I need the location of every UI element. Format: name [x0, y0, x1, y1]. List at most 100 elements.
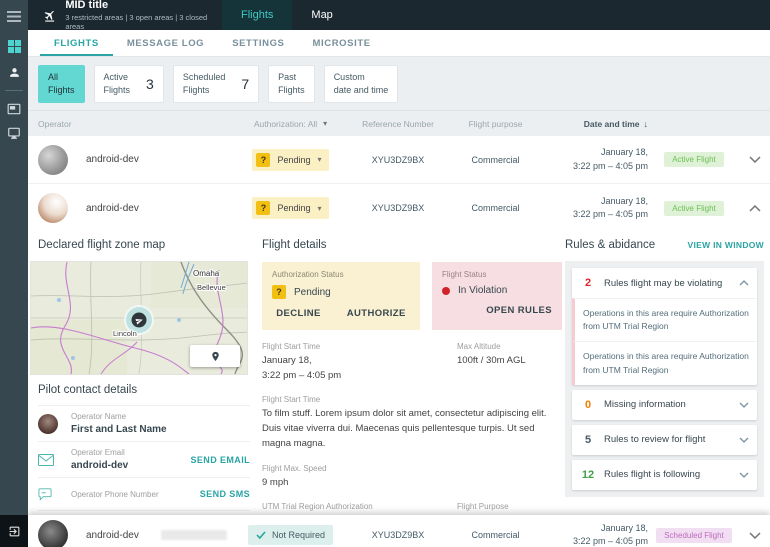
collapse-row-button[interactable]: [740, 204, 770, 212]
operator-email-label: Operator Email: [71, 448, 125, 457]
missing-count: 0: [584, 398, 592, 411]
violating-count: 2: [584, 277, 592, 289]
sort-desc-icon: ↓: [643, 118, 649, 129]
flight-time: 3:22 pm – 4:05 pm: [572, 209, 648, 219]
authorization-value: Pending: [277, 154, 311, 165]
location-pin-icon: [211, 351, 219, 361]
authorization-status-card: Authorization Status ? Pending DECLINE A…: [262, 262, 420, 330]
authorization-chip[interactable]: ? Pending ▾: [252, 148, 329, 171]
send-sms-button[interactable]: SEND SMS: [200, 489, 250, 499]
rules-group-label: Rules flight is following: [604, 469, 701, 481]
rules-group-header[interactable]: 5 Rules to review for flight: [572, 425, 757, 455]
status-badge: Active Flight: [664, 200, 724, 216]
chip-subtitle: Flights: [278, 84, 305, 95]
operator-email-value: android-dev: [71, 460, 129, 471]
review-count: 5: [584, 433, 592, 446]
code-monitor-icon: [8, 127, 20, 139]
filter-all-flights[interactable]: All Flights: [38, 64, 85, 103]
pilot-contact-section: Pilot contact details Operator Name Firs…: [38, 384, 250, 511]
pilot-phone-row: Operator Phone Number SEND SMS: [38, 477, 250, 511]
sub-navigation: FLIGHTS MESSAGE LOG SETTINGS MICROSITE: [28, 30, 770, 57]
subtab-microsite[interactable]: MICROSITE: [299, 30, 385, 56]
authorization-chip[interactable]: Not Required: [247, 525, 334, 545]
subtab-flights[interactable]: FLIGHTS: [40, 30, 113, 56]
sidebar-divider: [5, 90, 23, 91]
rules-section: Rules & abidance VIEW IN WINDOW 2 Rules …: [565, 239, 764, 497]
top-header: MID title 3 restricted areas | 3 open ar…: [28, 0, 770, 31]
subtab-settings[interactable]: SETTINGS: [218, 30, 298, 56]
send-email-button[interactable]: SEND EMAIL: [190, 455, 250, 465]
map-section-title: Declared flight zone map: [38, 239, 166, 251]
max-speed-value: 9 mph: [262, 476, 289, 488]
expand-row-button[interactable]: [740, 156, 770, 163]
datetime-label: Date and time: [583, 118, 640, 129]
reference-number: XYU3DZ9BX: [371, 203, 425, 213]
authorization-chip[interactable]: ? Pending ▾: [252, 197, 329, 219]
map-locate-button[interactable]: [190, 345, 240, 367]
flight-status-value: In Violation: [458, 285, 508, 296]
view-in-window-link[interactable]: VIEW IN WINDOW: [688, 240, 764, 250]
column-purpose: Flight purpose: [468, 118, 523, 129]
flight-time: 3:22 pm – 4:05 pm: [572, 160, 648, 171]
column-datetime-sort[interactable]: Date and time ↓: [543, 119, 648, 129]
sidebar-item-users[interactable]: [0, 60, 28, 84]
map-label-lincoln: Lincoln: [113, 329, 137, 338]
avatar: [38, 520, 68, 547]
chevron-down-icon: [739, 472, 749, 478]
question-icon: ?: [272, 285, 286, 299]
rules-group-violating: 2 Rules flight may be violating Operatio…: [572, 268, 757, 385]
chip-subtitle: Flights: [182, 84, 210, 95]
chevron-up-icon: [739, 280, 749, 286]
chip-title: Custom: [333, 71, 365, 82]
rules-group-header[interactable]: 2 Rules flight may be violating: [572, 268, 757, 298]
decline-button[interactable]: DECLINE: [276, 308, 321, 319]
chevron-down-icon: [739, 437, 749, 443]
rules-group-header[interactable]: 12 Rules flight is following: [572, 460, 757, 490]
flight-zone-map[interactable]: Omaha Bellevue Lincoln: [30, 261, 248, 375]
chip-subtitle: date and time: [333, 84, 389, 95]
rules-group-header[interactable]: 0 Missing information: [572, 390, 757, 420]
start-time-range: 3:22 pm – 4:05 pm: [262, 369, 342, 381]
flight-details-title: Flight details: [262, 239, 327, 251]
brand-block: MID title 3 restricted areas | 3 open ar…: [28, 0, 210, 31]
flight-purpose-label: Flight Purpose: [457, 502, 509, 512]
status-badge: Active Flight: [664, 152, 724, 167]
rules-panel: 2 Rules flight may be violating Operatio…: [565, 261, 764, 497]
expand-row-button[interactable]: [740, 531, 770, 539]
chip-title: All: [48, 71, 59, 82]
rules-group-review: 5 Rules to review for flight: [572, 424, 757, 455]
flight-detail-panel: Declared flight zone map Omaha Bellevue …: [28, 231, 770, 526]
authorization-status-value: Pending: [294, 286, 331, 298]
chip-title: Past: [278, 71, 297, 82]
sidebar-item-dashboard[interactable]: [0, 34, 28, 58]
check-icon: [256, 531, 266, 539]
featured-video-icon: [7, 103, 21, 115]
rules-group-missing: 0 Missing information: [572, 389, 757, 420]
flight-purpose: Commercial: [471, 203, 520, 213]
menu-button[interactable]: [0, 4, 28, 28]
subtab-message-log[interactable]: MESSAGE LOG: [113, 30, 218, 56]
filter-custom-date[interactable]: Custom date and time: [323, 64, 399, 103]
open-rules-button[interactable]: OPEN RULES: [486, 305, 552, 316]
filter-past-flights[interactable]: Past Flights: [268, 64, 315, 103]
email-icon: [38, 453, 54, 466]
pilot-avatar: [38, 413, 58, 434]
sms-icon: [38, 487, 52, 501]
filter-scheduled-flights[interactable]: Scheduled Flights 7: [172, 64, 260, 103]
column-authorization-filter[interactable]: Authorization: All ▾: [233, 119, 348, 129]
sidebar-item-featured-video[interactable]: [0, 97, 28, 121]
tab-flights[interactable]: Flights: [222, 0, 293, 30]
tab-map[interactable]: Map: [292, 0, 351, 30]
app-sidebar: [0, 0, 28, 547]
map-label-bellevue: Bellevue: [197, 283, 226, 292]
rules-group-label: Missing information: [604, 399, 686, 411]
filter-active-flights[interactable]: Active Flights 3: [93, 64, 164, 103]
question-icon: ?: [256, 201, 271, 215]
active-flights-count: 3: [146, 75, 154, 92]
operator-phone-label: Operator Phone Number: [71, 489, 159, 499]
rule-item: Operations in this area require Authoriz…: [572, 298, 757, 342]
sidebar-item-microsite[interactable]: [0, 121, 28, 145]
logout-button[interactable]: [0, 515, 28, 547]
authorize-button[interactable]: AUTHORIZE: [347, 308, 406, 319]
flight-purpose: Commercial: [471, 530, 520, 540]
